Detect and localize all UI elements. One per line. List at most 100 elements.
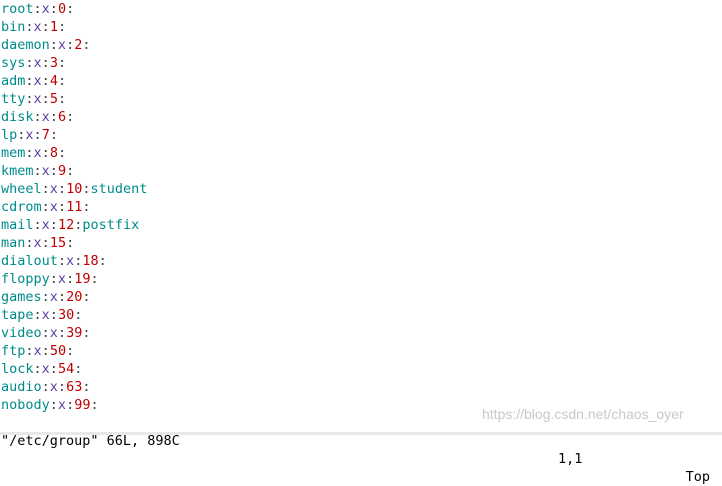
field-separator: : <box>33 217 42 233</box>
group-password: x <box>49 181 58 197</box>
field-separator: : <box>57 379 67 395</box>
field-separator: : <box>82 199 91 215</box>
field-separator: : <box>33 127 42 143</box>
field-separator: : <box>49 361 58 377</box>
file-line[interactable]: lock:x:54: <box>0 360 722 378</box>
field-separator: : <box>57 19 67 35</box>
file-line[interactable]: video:x:39: <box>0 324 722 342</box>
group-id: 99 <box>74 397 91 413</box>
field-separator: : <box>66 271 75 287</box>
file-line[interactable]: cdrom:x:11: <box>0 198 722 216</box>
group-password: x <box>33 19 42 35</box>
field-separator: : <box>33 361 42 377</box>
field-separator: : <box>57 181 67 197</box>
group-name: video <box>1 325 42 341</box>
file-line[interactable]: man:x:15: <box>0 234 722 252</box>
group-id: 15 <box>49 235 67 251</box>
field-separator: : <box>82 325 91 341</box>
group-name: wheel <box>1 181 42 197</box>
group-id: 50 <box>49 343 67 359</box>
group-name: lp <box>1 127 18 143</box>
field-separator: : <box>33 307 42 323</box>
group-name: mail <box>1 217 34 233</box>
field-separator: : <box>74 307 83 323</box>
field-separator: : <box>41 235 50 251</box>
file-line[interactable]: mail:x:12:postfix <box>0 216 722 234</box>
file-line[interactable]: ftp:x:50: <box>0 342 722 360</box>
field-separator: : <box>41 379 50 395</box>
group-id: 63 <box>66 379 83 395</box>
field-separator: : <box>49 217 58 233</box>
group-password: x <box>41 109 50 125</box>
field-separator: : <box>66 37 75 53</box>
field-separator: : <box>66 1 75 17</box>
group-members: postfix <box>82 217 140 233</box>
group-id: 10 <box>66 181 83 197</box>
group-id: 12 <box>57 217 75 233</box>
file-line[interactable]: lp:x:7: <box>0 126 722 144</box>
group-name: lock <box>1 361 34 377</box>
group-name: root <box>1 1 34 17</box>
file-line[interactable]: audio:x:63: <box>0 378 722 396</box>
group-id: 54 <box>57 361 75 377</box>
file-line[interactable]: kmem:x:9: <box>0 162 722 180</box>
field-separator: : <box>82 37 91 53</box>
file-line[interactable]: sys:x:3: <box>0 54 722 72</box>
field-separator: : <box>25 91 34 107</box>
group-id: 9 <box>57 163 67 179</box>
field-separator: : <box>41 55 50 71</box>
field-separator: : <box>66 343 75 359</box>
group-id: 8 <box>49 145 58 161</box>
group-password: x <box>49 379 58 395</box>
file-line[interactable]: dialout:x:18: <box>0 252 722 270</box>
group-name: mem <box>1 145 26 161</box>
field-separator: : <box>57 145 67 161</box>
file-line[interactable]: daemon:x:2: <box>0 36 722 54</box>
file-line[interactable]: root:x:0: <box>0 0 722 18</box>
group-id: 5 <box>49 91 58 107</box>
file-line[interactable]: games:x:20: <box>0 288 722 306</box>
file-line[interactable]: mem:x:8: <box>0 144 722 162</box>
field-separator: : <box>57 289 67 305</box>
group-password: x <box>49 199 58 215</box>
field-separator: : <box>41 181 50 197</box>
group-id: 20 <box>66 289 83 305</box>
group-password: x <box>33 55 42 71</box>
group-name: ftp <box>1 343 26 359</box>
group-name: tty <box>1 91 26 107</box>
field-separator: : <box>33 109 42 125</box>
file-line[interactable]: adm:x:4: <box>0 72 722 90</box>
group-id: 19 <box>74 271 91 287</box>
editor-buffer[interactable]: root:x:0: bin:x:1: daemon:x:2: sys:x:3: adm:… <box>0 0 722 414</box>
field-separator: : <box>33 163 42 179</box>
field-separator: : <box>41 19 50 35</box>
group-name: games <box>1 289 42 305</box>
group-password: x <box>33 91 42 107</box>
group-id: 7 <box>41 127 50 143</box>
field-separator: : <box>90 271 99 287</box>
scroll-position: Top <box>685 469 710 485</box>
file-line[interactable]: bin:x:1: <box>0 18 722 36</box>
file-line[interactable]: tape:x:30: <box>0 306 722 324</box>
field-separator: : <box>66 109 75 125</box>
field-separator: : <box>49 37 58 53</box>
group-id: 3 <box>49 55 58 71</box>
file-line[interactable]: disk:x:6: <box>0 108 722 126</box>
file-line[interactable]: tty:x:5: <box>0 90 722 108</box>
field-separator: : <box>33 1 42 17</box>
group-name: audio <box>1 379 42 395</box>
group-name: bin <box>1 19 26 35</box>
field-separator: : <box>98 253 107 269</box>
file-line[interactable]: wheel:x:10:student <box>0 180 722 198</box>
field-separator: : <box>57 253 67 269</box>
group-id: 4 <box>49 73 58 89</box>
group-password: x <box>41 1 50 17</box>
group-name: cdrom <box>1 199 42 215</box>
field-separator: : <box>49 271 58 287</box>
field-separator: : <box>25 145 34 161</box>
file-line[interactable]: floppy:x:19: <box>0 270 722 288</box>
group-id: 18 <box>82 253 99 269</box>
group-password: x <box>41 361 50 377</box>
field-separator: : <box>66 235 75 251</box>
group-id: 6 <box>57 109 67 125</box>
